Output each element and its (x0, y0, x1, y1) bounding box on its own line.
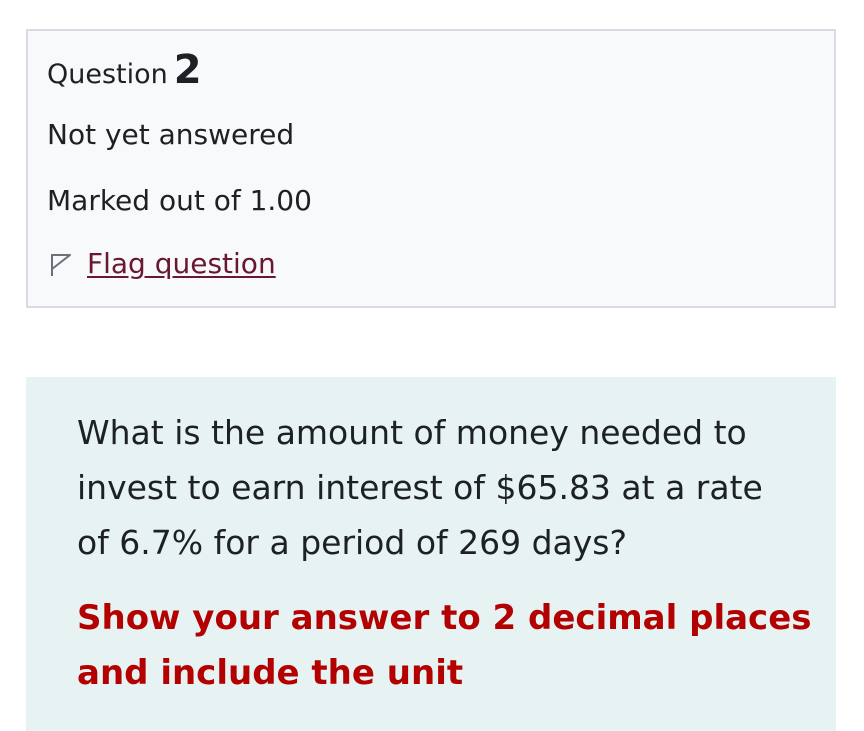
question-text: What is the amount of money needed to in… (77, 413, 763, 562)
question-grade: Marked out of 1.00 (47, 184, 312, 217)
question-state: Not yet answered (47, 118, 295, 151)
question-content-panel: What is the amount of money needed to in… (26, 377, 836, 731)
flag-question-link[interactable]: Flag question (47, 247, 276, 280)
flag-question-label: Flag question (87, 247, 276, 280)
question-number: 2 (173, 47, 202, 93)
question-heading: Question 2 (47, 47, 202, 93)
question-info-panel: Question 2 Not yet answered Marked out of… (26, 29, 836, 308)
answer-instruction: Show your answer to 2 decimal places and… (77, 598, 812, 693)
question-label: Question (47, 59, 168, 90)
flag-outline-icon (47, 250, 75, 278)
